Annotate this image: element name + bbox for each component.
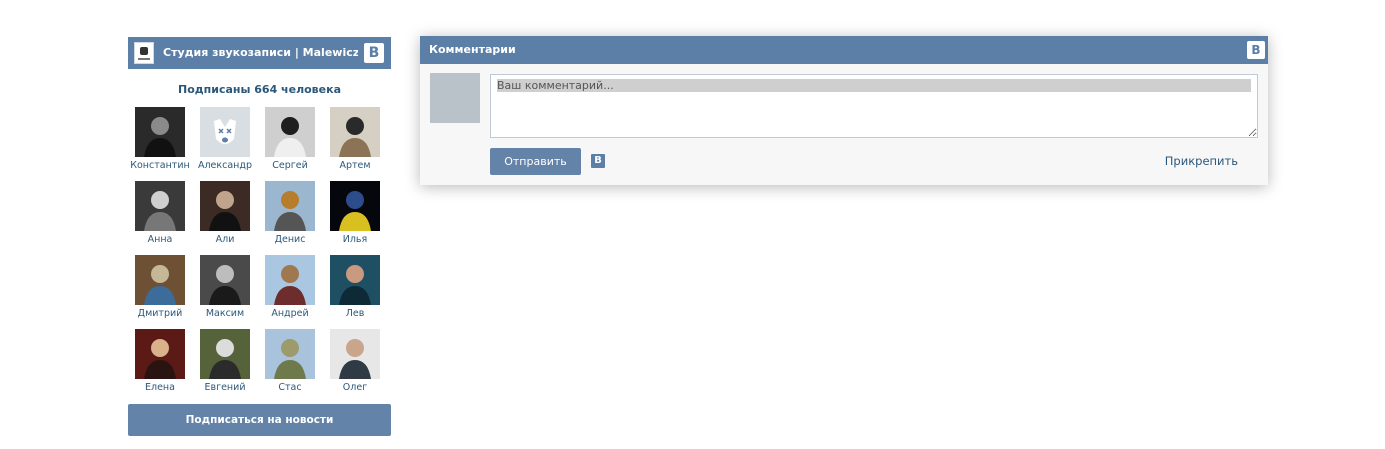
member-item[interactable]: Андрей xyxy=(258,255,322,319)
member-avatar[interactable] xyxy=(200,255,250,305)
member-name[interactable]: Елена xyxy=(128,382,192,393)
member-item[interactable]: Денис xyxy=(258,181,322,245)
member-avatar[interactable] xyxy=(200,329,250,379)
member-avatar[interactable] xyxy=(200,107,250,157)
member-avatar[interactable] xyxy=(330,107,380,157)
vk-share-icon[interactable]: В xyxy=(591,154,605,168)
member-avatar[interactable] xyxy=(135,107,185,157)
member-name[interactable]: Андрей xyxy=(258,308,322,319)
group-widget: Студия звукозаписи | Malewicz... В Подпи… xyxy=(128,37,391,436)
member-name[interactable]: Александр xyxy=(193,160,257,171)
member-avatar[interactable] xyxy=(135,255,185,305)
member-avatar[interactable] xyxy=(135,329,185,379)
member-avatar[interactable] xyxy=(265,181,315,231)
member-avatar[interactable] xyxy=(135,181,185,231)
member-item[interactable]: Лев xyxy=(323,255,387,319)
group-header[interactable]: Студия звукозаписи | Malewicz... В xyxy=(128,37,391,69)
member-name[interactable]: Денис xyxy=(258,234,322,245)
member-item[interactable]: Евгений xyxy=(193,329,257,393)
member-name[interactable]: Константин xyxy=(128,160,192,171)
vk-logo-icon[interactable]: В xyxy=(1247,41,1265,59)
member-name[interactable]: Олег xyxy=(323,382,387,393)
member-name[interactable]: Илья xyxy=(323,234,387,245)
member-avatar[interactable] xyxy=(200,181,250,231)
member-item[interactable]: Олег xyxy=(323,329,387,393)
member-item[interactable]: Сергей xyxy=(258,107,322,171)
member-name[interactable]: Али xyxy=(193,234,257,245)
group-title[interactable]: Студия звукозаписи | Malewicz... xyxy=(163,37,358,69)
comment-input[interactable] xyxy=(490,74,1258,138)
member-name[interactable]: Лев xyxy=(323,308,387,319)
user-avatar xyxy=(430,73,480,123)
member-item[interactable]: Елена xyxy=(128,329,192,393)
member-avatar[interactable] xyxy=(265,329,315,379)
comments-title: Комментарии xyxy=(429,43,516,56)
member-item[interactable]: Артем xyxy=(323,107,387,171)
subscribers-count[interactable]: Подписаны 664 человека xyxy=(128,83,391,96)
comments-widget: Комментарии В Отправить В Прикрепить xyxy=(420,36,1268,185)
subscribe-button[interactable]: Подписаться на новости xyxy=(128,404,391,436)
member-name[interactable]: Дмитрий xyxy=(128,308,192,319)
vk-logo-icon[interactable]: В xyxy=(364,43,384,63)
comments-header: Комментарии В xyxy=(420,36,1268,64)
member-item[interactable]: Константин xyxy=(128,107,192,171)
member-item[interactable]: Илья xyxy=(323,181,387,245)
member-item[interactable]: Александр xyxy=(193,107,257,171)
member-avatar[interactable] xyxy=(265,107,315,157)
member-avatar[interactable] xyxy=(265,255,315,305)
send-button[interactable]: Отправить xyxy=(490,148,581,175)
member-item[interactable]: Анна xyxy=(128,181,192,245)
member-name[interactable]: Сергей xyxy=(258,160,322,171)
member-avatar[interactable] xyxy=(330,255,380,305)
member-item[interactable]: Али xyxy=(193,181,257,245)
member-name[interactable]: Анна xyxy=(128,234,192,245)
member-avatar[interactable] xyxy=(330,181,380,231)
member-name[interactable]: Стас xyxy=(258,382,322,393)
member-avatar[interactable] xyxy=(330,329,380,379)
member-item[interactable]: Максим xyxy=(193,255,257,319)
group-logo-icon[interactable] xyxy=(134,42,154,64)
member-item[interactable]: Стас xyxy=(258,329,322,393)
attach-link[interactable]: Прикрепить xyxy=(1165,154,1238,168)
member-name[interactable]: Евгений xyxy=(193,382,257,393)
member-name[interactable]: Артем xyxy=(323,160,387,171)
member-item[interactable]: Дмитрий xyxy=(128,255,192,319)
member-name[interactable]: Максим xyxy=(193,308,257,319)
